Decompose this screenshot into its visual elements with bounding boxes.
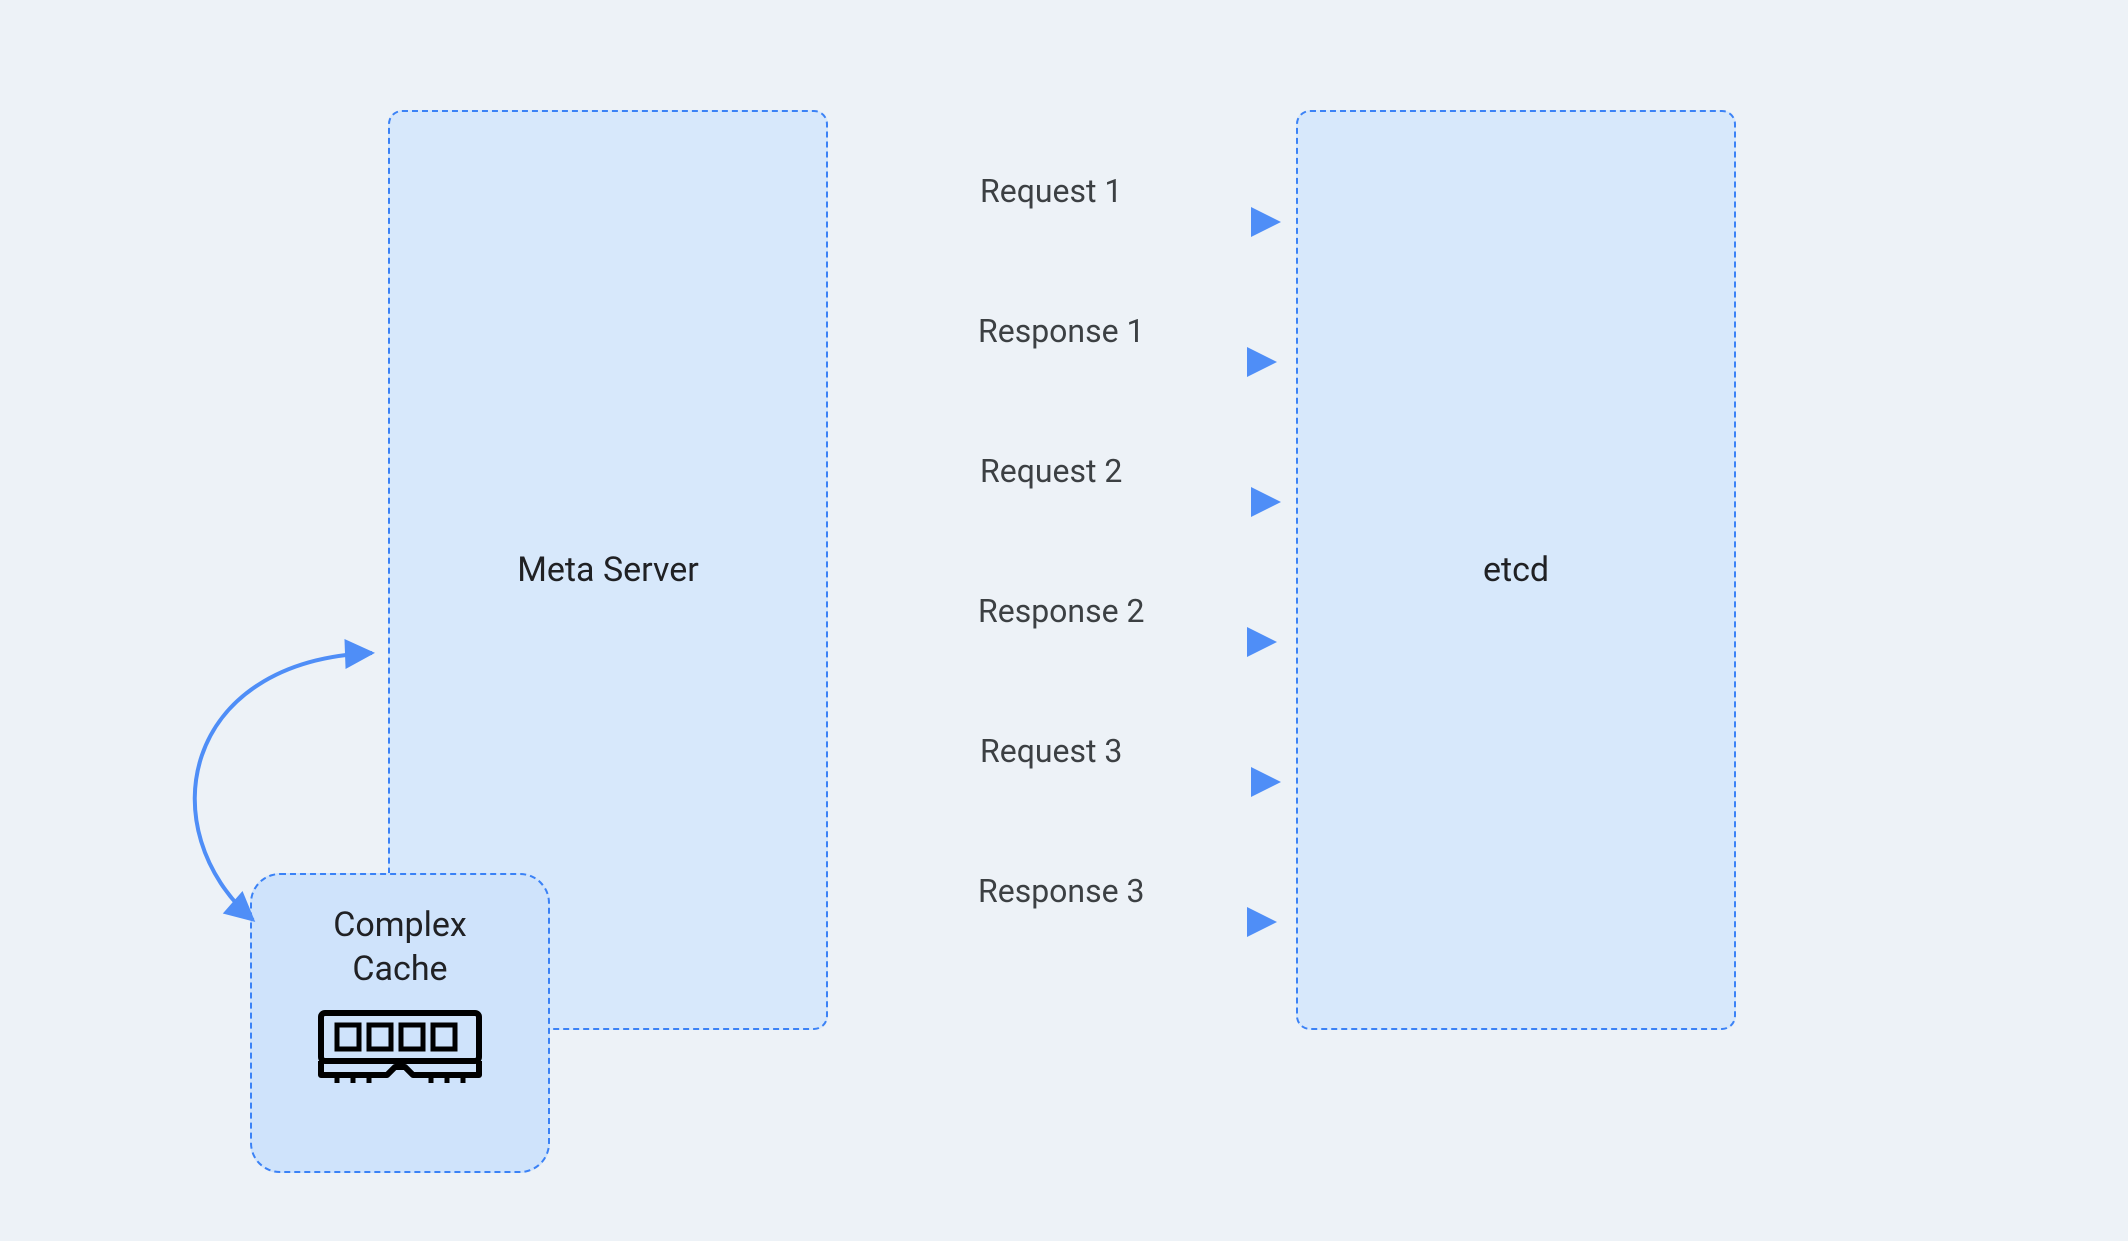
ram-icon [315,1005,485,1096]
flow-label: Request 3 [980,732,1122,770]
etcd-node: etcd [1296,110,1736,1030]
cache-label-line2: Cache [352,947,447,991]
meta-server-label: Meta Server [517,550,699,590]
flow-label: Response 1 [978,312,1145,350]
flow-label: Request 2 [980,452,1122,490]
flow-label: Response 2 [978,592,1145,630]
cache-label-line1: Complex [333,903,467,947]
flow-label: Request 1 [980,172,1122,210]
etcd-label: etcd [1483,550,1549,590]
diagram-canvas: Meta Server etcd Complex Cache [0,0,2128,1241]
cache-node: Complex Cache [250,873,550,1173]
flow-label: Response 3 [978,872,1145,910]
